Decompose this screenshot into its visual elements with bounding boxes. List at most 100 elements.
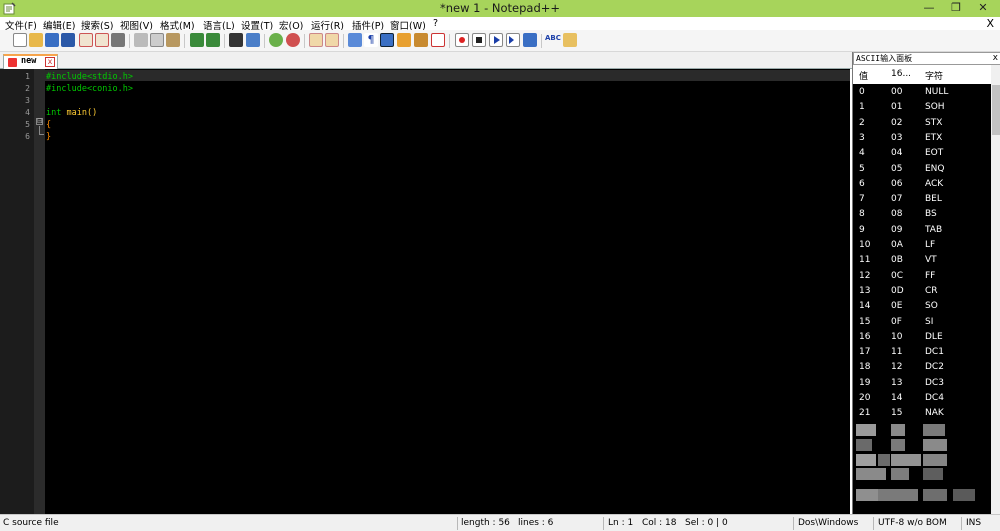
toolbar-separator [541, 34, 542, 48]
ascii-row[interactable]: 3 03 ETX [853, 131, 991, 146]
toolbar-separator [184, 34, 185, 48]
ascii-row[interactable]: 15 0F SI [853, 315, 991, 330]
ascii-row[interactable]: 6 06 ACK [853, 177, 991, 192]
ascii-hex: 07 [891, 194, 903, 205]
line-number: 5 [25, 120, 30, 129]
panel-close-icon[interactable]: x [993, 53, 998, 64]
code-editor[interactable]: 1 2 3 4 5 6 ⊟ #include<stdio.h> #include… [0, 69, 850, 514]
close-window-button[interactable]: ✕ [966, 0, 1000, 17]
ascii-row[interactable]: 8 08 BS [853, 207, 991, 222]
ascii-row[interactable]: 9 09 TAB [853, 223, 991, 238]
abc-icon[interactable] [563, 33, 577, 47]
panel-scrollbar[interactable] [991, 65, 1000, 514]
function-list-icon[interactable] [414, 33, 428, 47]
ascii-row[interactable]: 4 04 EOT [853, 146, 991, 161]
status-separator [873, 517, 874, 530]
ascii-row[interactable]: 13 0D CR [853, 284, 991, 299]
indent-guide-icon[interactable] [380, 33, 394, 47]
line-number: 6 [25, 132, 30, 141]
spellcheck-icon[interactable]: ABC [545, 34, 561, 42]
ascii-hex: 0F [891, 316, 902, 327]
ascii-row[interactable]: 10 0A LF [853, 238, 991, 253]
ascii-insert-panel: ASCII输入面板 x 值 16... 字符 0 00 NULL 1 01 SOH 2 02 S… [852, 52, 1000, 514]
close-icon[interactable] [79, 33, 93, 47]
wrap-icon[interactable] [348, 33, 362, 47]
ascii-row[interactable]: 14 0E SO [853, 299, 991, 314]
status-insert-mode[interactable]: INS [966, 518, 981, 528]
ascii-row[interactable]: 16 10 DLE [853, 330, 991, 345]
ascii-char: ENQ [925, 163, 945, 174]
paste-icon[interactable] [166, 33, 180, 47]
column-header-char[interactable]: 字符 [925, 69, 943, 82]
save-macro-icon[interactable] [523, 33, 537, 47]
cut-icon[interactable] [134, 33, 148, 47]
status-eol[interactable]: Dos\Windows [798, 518, 858, 528]
ascii-char: DLE [925, 331, 943, 342]
play-macro-icon[interactable] [489, 33, 503, 47]
ascii-value: 16 [859, 331, 871, 342]
ascii-row[interactable]: 18 12 DC2 [853, 360, 991, 375]
ascii-row[interactable]: 21 15 NAK [853, 406, 991, 421]
menu-help[interactable]: ? [433, 18, 438, 29]
undo-icon[interactable] [190, 33, 204, 47]
ascii-row[interactable]: 17 11 DC1 [853, 345, 991, 360]
ascii-char: DC2 [925, 362, 944, 373]
ascii-row[interactable]: 19 13 DC3 [853, 376, 991, 391]
print-icon[interactable] [111, 33, 125, 47]
all-chars-icon[interactable]: ¶ [364, 33, 378, 47]
new-file-icon[interactable] [13, 33, 27, 47]
ascii-value: 15 [859, 316, 871, 327]
copy-icon[interactable] [150, 33, 164, 47]
ascii-row[interactable]: 20 14 DC4 [853, 391, 991, 406]
ascii-value: 12 [859, 270, 871, 281]
ascii-hex: 13 [891, 377, 903, 388]
find-icon[interactable] [229, 33, 243, 47]
stop-macro-icon[interactable] [472, 33, 486, 47]
zoom-in-icon[interactable] [269, 33, 283, 47]
close-all-icon[interactable] [95, 33, 109, 47]
open-file-icon[interactable] [29, 33, 43, 47]
ascii-row[interactable]: 1 01 SOH [853, 100, 991, 115]
fold-margin[interactable] [34, 69, 45, 514]
status-column: Col : 18 [642, 518, 677, 528]
unsaved-file-icon [8, 58, 17, 67]
ascii-char: CR [925, 285, 938, 296]
status-separator [961, 517, 962, 530]
ascii-row[interactable]: 12 0C FF [853, 269, 991, 284]
status-separator [603, 517, 604, 530]
ascii-row[interactable]: 0 00 NULL [853, 85, 991, 100]
function-signature: main() [61, 108, 98, 118]
column-header-value[interactable]: 值 [859, 69, 868, 82]
zoom-out-icon[interactable] [286, 33, 300, 47]
record-macro-icon[interactable] [455, 33, 469, 47]
sync-v-icon[interactable] [309, 33, 323, 47]
fold-toggle-icon[interactable]: ⊟ [36, 118, 43, 125]
folder-workspace-icon[interactable] [431, 33, 445, 47]
replace-icon[interactable] [246, 33, 260, 47]
ascii-value: 10 [859, 240, 871, 250]
redo-icon[interactable] [206, 33, 220, 47]
ascii-value: 2 [859, 117, 865, 128]
doc-map-icon[interactable] [397, 33, 411, 47]
ascii-row[interactable]: 2 02 STX [853, 116, 991, 131]
ascii-char: SOH [925, 102, 945, 113]
tab-close-icon[interactable]: x [45, 57, 55, 67]
run-macro-multiple-icon[interactable] [506, 33, 520, 47]
ascii-row[interactable]: 7 07 BEL [853, 192, 991, 207]
scrollbar-thumb[interactable] [992, 85, 1000, 135]
tab-new-1[interactable]: new x [3, 54, 58, 69]
save-icon[interactable] [45, 33, 59, 47]
save-all-icon[interactable] [61, 33, 75, 47]
ascii-row[interactable]: 5 05 ENQ [853, 162, 991, 177]
ascii-hex: 03 [891, 132, 903, 143]
ascii-row[interactable]: 11 0B VT [853, 253, 991, 268]
toolbar-separator [264, 34, 265, 48]
status-encoding[interactable]: UTF-8 w/o BOM [878, 518, 947, 528]
minimize-button[interactable]: — [915, 0, 943, 17]
ascii-hex: 0D [891, 285, 904, 296]
sync-h-icon[interactable] [325, 33, 339, 47]
column-header-hex[interactable]: 16... [891, 69, 911, 79]
ascii-char: ETX [925, 132, 943, 143]
ascii-value: 17 [859, 347, 871, 358]
close-document-button[interactable]: X [986, 17, 994, 30]
